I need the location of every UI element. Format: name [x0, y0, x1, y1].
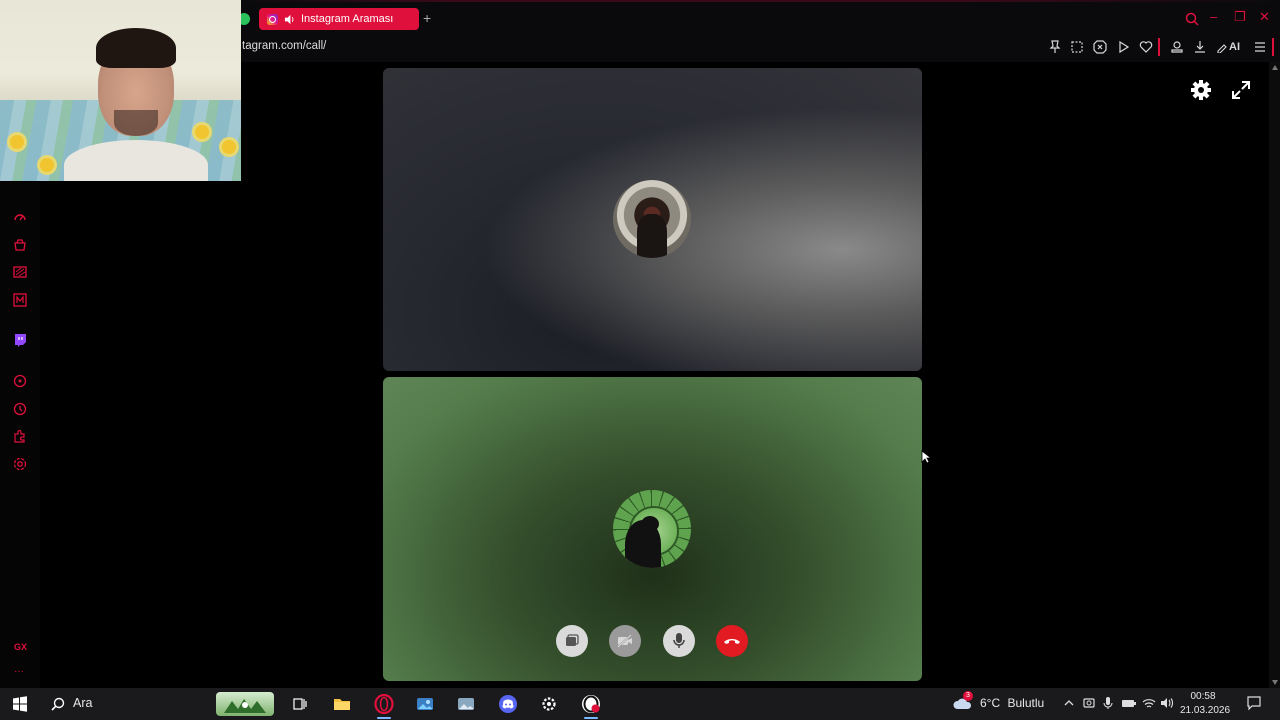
windows-logo-icon	[13, 696, 27, 712]
participant-avatar-1	[613, 180, 691, 258]
call-settings-button[interactable]	[1190, 79, 1212, 101]
restore-button[interactable]: ❐	[1234, 9, 1246, 25]
task-view-icon[interactable]	[290, 692, 310, 716]
instagram-icon	[267, 13, 278, 25]
ai-pen-icon	[1217, 44, 1227, 53]
weather-widget[interactable]: 6°C Bulutlu	[980, 696, 1044, 710]
discord-icon[interactable]	[497, 692, 519, 716]
webcam-overlay	[0, 0, 241, 181]
mouse-cursor	[921, 450, 933, 464]
settings-app-icon[interactable]	[538, 692, 560, 716]
page-scrollbar[interactable]	[1269, 62, 1280, 688]
taskbar-search-icon[interactable]	[49, 692, 67, 716]
participant-tile-1	[383, 68, 922, 371]
url-text[interactable]: tagram.com/call/	[242, 40, 326, 52]
hang-up-icon	[724, 639, 740, 644]
opera-gx-call-icon[interactable]	[580, 692, 602, 719]
close-button[interactable]: ✕	[1259, 9, 1270, 25]
image-viewer-icon[interactable]	[455, 692, 477, 716]
download-icon[interactable]	[1193, 40, 1207, 54]
start-button[interactable]	[10, 692, 30, 716]
ai-button[interactable]: AI	[1216, 40, 1240, 54]
gx-label[interactable]: GX	[14, 642, 27, 652]
microphone-button[interactable]	[663, 625, 695, 657]
search-icon[interactable]	[1185, 12, 1199, 26]
minimize-button[interactable]: –	[1210, 9, 1217, 24]
fullscreen-button[interactable]	[1231, 80, 1251, 100]
speaker-icon[interactable]	[284, 14, 295, 25]
weather-icon[interactable]: 3	[953, 691, 973, 712]
wifi-icon[interactable]	[1142, 696, 1156, 710]
hidden-icons-chevron[interactable]	[1062, 696, 1076, 710]
pin-icon[interactable]	[1048, 40, 1062, 54]
camera-toggle-button[interactable]	[609, 625, 641, 657]
history-icon[interactable]	[12, 401, 28, 417]
taskbar-search-box[interactable]: Ara	[73, 696, 92, 710]
tab-bar-accent	[240, 0, 1280, 2]
toolbar-separator	[1158, 38, 1160, 56]
weather-temp: 6°C	[980, 696, 1001, 710]
opera-gx-icon[interactable]	[373, 692, 395, 719]
extensions-icon[interactable]	[12, 428, 28, 444]
search-highlight-image[interactable]	[216, 692, 274, 716]
snapshot-icon[interactable]	[1070, 40, 1084, 54]
mail-icon[interactable]	[12, 292, 28, 308]
heart-icon[interactable]	[1139, 40, 1153, 54]
camera-off-icon	[617, 634, 632, 648]
sidebar-more-button[interactable]: ···	[14, 666, 24, 677]
screen-share-icon	[566, 634, 579, 646]
play-icon[interactable]	[1116, 40, 1130, 54]
screen-share-button[interactable]	[556, 625, 588, 657]
new-tab-button[interactable]: +	[423, 10, 431, 26]
tab-instagram-call[interactable]: Instagram Araması	[259, 8, 419, 30]
end-call-button[interactable]	[716, 625, 748, 657]
toolbar-accent	[1272, 38, 1274, 56]
expand-icon	[1232, 81, 1250, 99]
participant-avatar-2	[613, 490, 691, 568]
weather-condition: Bulutlu	[1007, 696, 1045, 710]
settings-icon[interactable]	[12, 456, 28, 472]
taskbar-clock[interactable]: 00:58 21.03.2026	[1180, 690, 1231, 718]
participant-tile-2	[383, 377, 922, 681]
adblock-icon[interactable]	[1093, 40, 1107, 54]
clock-date: 21.03.2026	[1180, 705, 1231, 716]
file-explorer-icon[interactable]	[332, 692, 352, 716]
gear-icon	[1191, 80, 1211, 100]
marketplace-icon[interactable]	[12, 237, 28, 253]
twitch-icon[interactable]	[12, 332, 28, 348]
tab-title: Instagram Araması	[301, 13, 394, 25]
camera-tray-icon[interactable]	[1082, 696, 1096, 710]
notifications-icon[interactable]	[1246, 695, 1261, 711]
volume-icon[interactable]	[1160, 696, 1174, 710]
menu-icon[interactable]	[1253, 40, 1267, 54]
ai-label: AI	[1229, 41, 1240, 53]
clock-time: 00:58	[1190, 691, 1216, 702]
microphone-tray-icon[interactable]	[1101, 696, 1115, 710]
news-icon[interactable]	[12, 264, 28, 280]
speed-dial-icon[interactable]	[12, 209, 28, 225]
photos-app-icon[interactable]	[414, 692, 436, 716]
wallet-icon[interactable]	[1170, 40, 1184, 54]
player-icon[interactable]	[12, 373, 28, 389]
weather-badge: 3	[963, 691, 973, 701]
battery-icon[interactable]	[1121, 696, 1136, 710]
microphone-icon	[673, 633, 685, 648]
